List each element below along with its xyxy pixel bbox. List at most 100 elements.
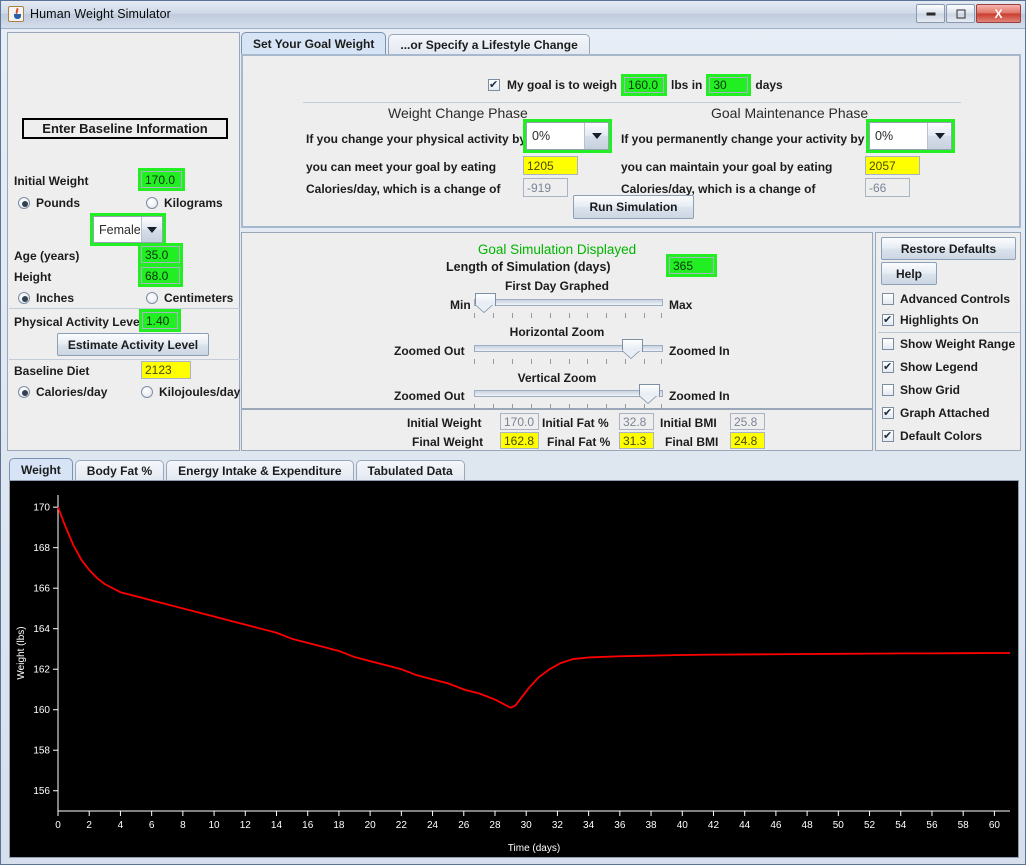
svg-text:28: 28: [489, 820, 501, 831]
goal-row: My goal is to weigh 160.0 lbs in 30 days: [488, 74, 783, 96]
phase-0-eat-input[interactable]: 1205: [523, 156, 578, 175]
svg-text:4: 4: [118, 820, 124, 831]
radio-calories[interactable]: Calories/day: [18, 385, 107, 399]
restore-defaults-button[interactable]: Restore Defaults: [881, 237, 1016, 260]
slider-vertical-zoom[interactable]: [474, 382, 663, 409]
checkbox-show-weight-range[interactable]: Show Weight Range: [882, 337, 1015, 351]
age-input[interactable]: 35.0: [138, 243, 183, 266]
initial-weight-input[interactable]: 170.0: [138, 168, 185, 191]
chevron-down-icon: [140, 217, 162, 242]
slider-0-left-label: Min: [450, 298, 471, 312]
slider-1-thumb[interactable]: [622, 339, 643, 358]
tab-tabulated-data[interactable]: Tabulated Data: [355, 460, 465, 481]
tab-weight[interactable]: Weight: [9, 458, 73, 481]
radio-inches[interactable]: Inches: [18, 291, 74, 305]
diet-label: Baseline Diet: [14, 364, 90, 378]
checkbox-show-legend[interactable]: Show Legend: [882, 360, 978, 374]
radio-centimeters[interactable]: Centimeters: [146, 291, 233, 305]
phase-1-change-value: -66: [865, 178, 910, 197]
close-button[interactable]: X: [976, 4, 1021, 23]
svg-text:170: 170: [33, 503, 50, 514]
height-input[interactable]: 68.0: [138, 264, 183, 287]
minimize-button[interactable]: [916, 4, 945, 23]
divider-2: [9, 359, 240, 360]
radio-inches-label: Inches: [36, 291, 75, 305]
slider-0-thumb[interactable]: [475, 293, 496, 312]
result-0-label: Initial Weight: [407, 416, 482, 430]
weight-chart: 156 158 160 162 164 166 168 170 0 2 4 6 8 10 12 14 16 18 2…: [9, 480, 1019, 858]
title-left-group: Human Weight Simulator: [8, 6, 171, 22]
radio-calories-label: Calories/day: [36, 385, 108, 399]
checkbox-highlights-on-icon: [882, 313, 894, 326]
slider-first-day-graphed[interactable]: [474, 291, 663, 318]
checkbox-highlights-on[interactable]: Highlights On: [882, 313, 979, 327]
radio-pounds[interactable]: Pounds: [18, 196, 80, 210]
goal-text-after: days: [755, 78, 783, 92]
radio-kilojoules-icon: [141, 386, 153, 398]
result-0-value: 170.0: [500, 413, 539, 430]
slider-2-left-label: Zoomed Out: [394, 389, 465, 403]
pal-label: Physical Activity Level: [14, 315, 143, 329]
slider-2-thumb[interactable]: [639, 384, 660, 403]
window-controls: X: [916, 4, 1021, 23]
slider-1-ticks: [474, 359, 663, 364]
window-title: Human Weight Simulator: [30, 7, 171, 21]
slider-0-right-label: Max: [669, 298, 693, 312]
svg-text:44: 44: [739, 820, 751, 831]
baseline-panel: Enter Baseline Information Initial Weigh…: [7, 32, 240, 451]
phase-0-title: Weight Change Phase: [388, 105, 528, 121]
chevron-down-icon: [584, 123, 608, 149]
svg-text:50: 50: [833, 820, 845, 831]
run-simulation-button[interactable]: Run Simulation: [573, 195, 694, 219]
goal-weight-input[interactable]: 160.0: [621, 74, 668, 96]
weight-chart-svg: 1561581601621641661681700 2 4 6 8 10 12 14 16 18 2…: [10, 481, 1018, 857]
checkbox-advanced-controls[interactable]: Advanced Controls: [882, 292, 1010, 306]
svg-text:42: 42: [708, 820, 720, 831]
slider-0-track: [474, 299, 663, 306]
tab-lifestyle-change[interactable]: ...or Specify a Lifestyle Change: [388, 34, 590, 55]
phase-1-change-label: Calories/day, which is a change of: [621, 182, 816, 196]
checkbox-show-weight-range-label: Show Weight Range: [900, 337, 1016, 351]
java-icon: [8, 6, 24, 22]
radio-kilojoules[interactable]: Kilojoules/day: [141, 385, 240, 399]
goal-days-input[interactable]: 30: [706, 74, 752, 96]
phase-0-activity-value: 0%: [532, 129, 551, 143]
slider-0-ticks: [474, 313, 663, 318]
help-button[interactable]: Help: [881, 262, 937, 285]
result-5-label: Final BMI: [665, 435, 719, 449]
phase-0-activity-select[interactable]: 0%: [523, 119, 612, 153]
sim-length-input[interactable]: 365: [666, 254, 717, 277]
checkbox-show-grid-label: Show Grid: [900, 383, 960, 397]
goal-checkbox[interactable]: [488, 78, 500, 91]
tab-body-fat[interactable]: Body Fat %: [74, 460, 165, 481]
diet-input[interactable]: 2123: [141, 361, 191, 379]
baseline-header: Enter Baseline Information: [22, 118, 228, 139]
svg-text:56: 56: [926, 820, 938, 831]
checkbox-show-grid[interactable]: Show Grid: [882, 383, 960, 397]
svg-text:32: 32: [552, 820, 564, 831]
svg-text:38: 38: [645, 820, 657, 831]
result-3-label: Final Weight: [412, 435, 484, 449]
svg-text:60: 60: [989, 820, 1001, 831]
svg-text:160: 160: [33, 705, 50, 716]
slider-horizontal-zoom[interactable]: [474, 337, 663, 364]
phase-1-activity-select[interactable]: 0%: [866, 119, 955, 153]
result-2-value: 25.8: [730, 413, 765, 430]
radio-centimeters-label: Centimeters: [164, 291, 234, 305]
tab-energy-intake-expenditure[interactable]: Energy Intake & Expenditure: [166, 460, 354, 481]
pal-input[interactable]: 1.40: [139, 309, 181, 332]
radio-kilograms[interactable]: Kilograms: [146, 196, 223, 210]
phase-1-title: Goal Maintenance Phase: [711, 105, 869, 121]
estimate-activity-button[interactable]: Estimate Activity Level: [57, 333, 209, 356]
svg-text:14: 14: [271, 820, 283, 831]
sex-select[interactable]: Female: [90, 213, 166, 246]
tab-set-your-goal-weight[interactable]: Set Your Goal Weight: [241, 32, 387, 55]
slider-1-right-label: Zoomed In: [669, 344, 730, 358]
checkbox-graph-attached[interactable]: Graph Attached: [882, 406, 990, 420]
phase-1-eat-input[interactable]: 2057: [865, 156, 920, 175]
phase-divider-left: [303, 102, 628, 103]
checkbox-default-colors[interactable]: Default Colors: [882, 429, 982, 443]
title-bar: Human Weight Simulator X: [1, 1, 1025, 29]
maximize-button[interactable]: [946, 4, 975, 23]
svg-text:46: 46: [770, 820, 782, 831]
